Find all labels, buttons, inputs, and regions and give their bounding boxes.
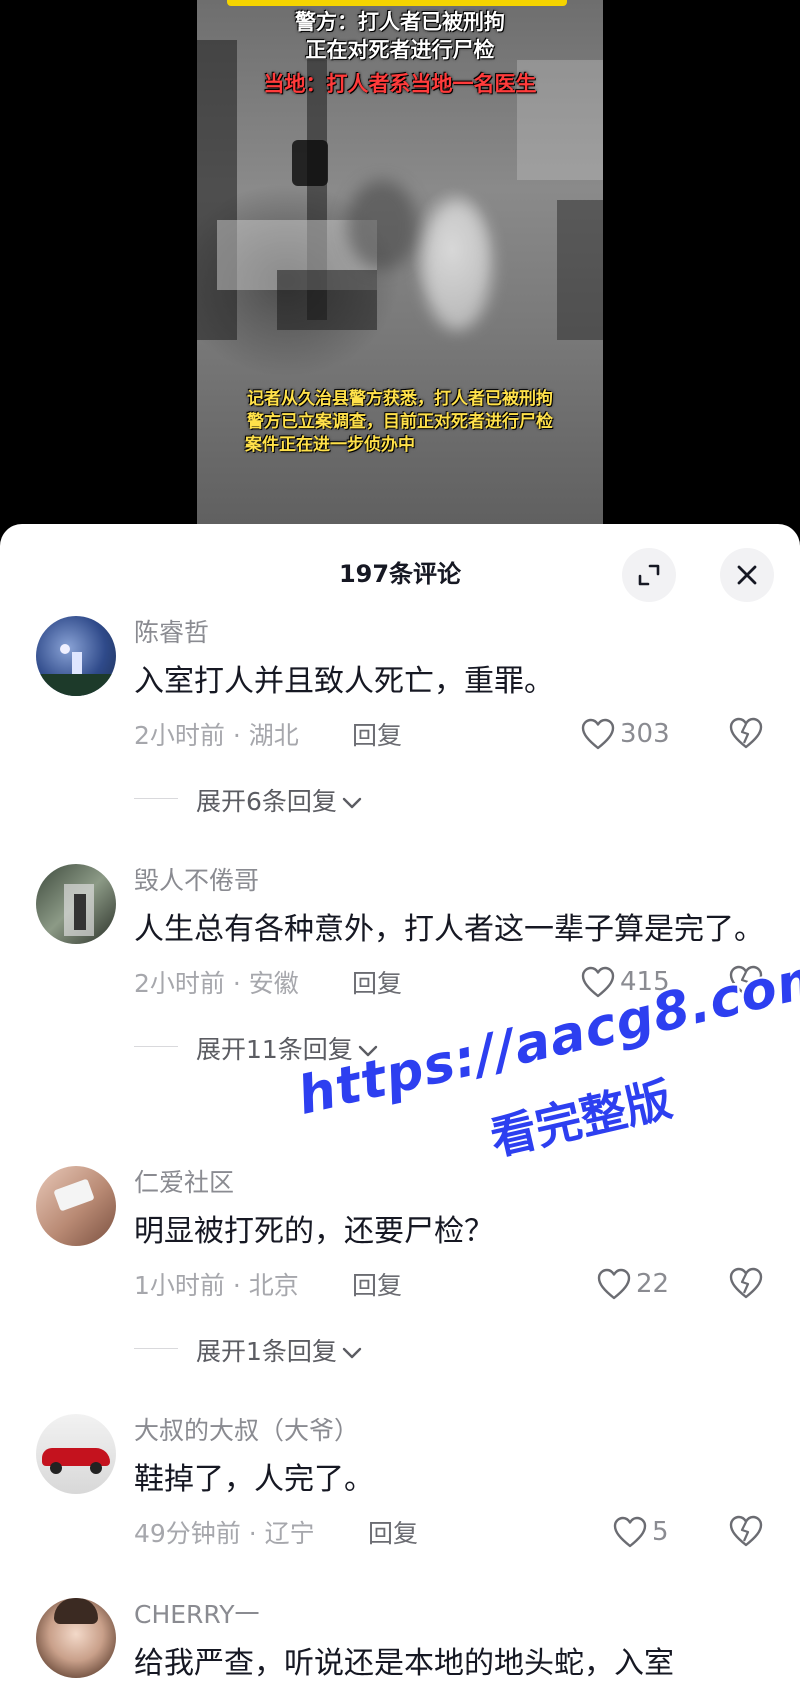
- chevron-down-icon: [342, 1347, 362, 1359]
- video-subtitle-line-2: 警方已立案调查，目前正对死者进行尸检: [247, 412, 553, 432]
- expand-replies-label: 展开6条回复: [196, 782, 363, 818]
- avatar[interactable]: [36, 1414, 116, 1494]
- comment-item: 毁人不倦哥 人生总有各种意外，打人者这一辈子算是完了。 2小时前 · 安徽 回复…: [0, 864, 800, 1154]
- broken-heart-icon: [729, 1515, 763, 1547]
- scene-cabinet: [277, 270, 377, 330]
- divider: [134, 798, 178, 799]
- expand-button[interactable]: [622, 548, 676, 602]
- comment-meta: 1小时前 · 北京 回复 22: [134, 1264, 770, 1304]
- divider: [134, 1046, 178, 1047]
- reply-button[interactable]: 回复: [368, 1514, 418, 1550]
- comment-item: 仁爱社区 明显被打死的，还要尸检？ 1小时前 · 北京 回复 22 展开1条回复: [0, 1166, 800, 1396]
- comments-count-title: 197条评论: [338, 560, 462, 588]
- avatar[interactable]: [36, 616, 116, 696]
- reply-button[interactable]: 回复: [352, 716, 402, 752]
- avatar[interactable]: [36, 1598, 116, 1678]
- expand-replies[interactable]: 展开11条回复: [134, 1026, 770, 1066]
- dislike-button[interactable]: [728, 716, 764, 754]
- comment-time-location: 49分钟前 · 辽宁: [134, 1519, 315, 1548]
- dislike-button[interactable]: [728, 1514, 764, 1552]
- comment-username[interactable]: 仁爱社区: [134, 1166, 770, 1200]
- comment-text: 鞋掉了，人完了。: [134, 1462, 374, 1497]
- dislike-button[interactable]: [728, 964, 764, 1002]
- comments-sheet: 197条评论 陈睿哲 入室打人并且致人死亡，重罪。 2小时前 · 湖北 回复 3…: [0, 524, 800, 1687]
- comment-meta: 2小时前 · 湖北 回复 303: [134, 714, 770, 754]
- comment-body: 仁爱社区 明显被打死的，还要尸检？ 1小时前 · 北京 回复 22 展开1条回复: [134, 1166, 770, 1368]
- expand-replies[interactable]: 展开6条回复: [134, 778, 770, 818]
- scene-blurred-figure: [347, 180, 417, 270]
- video-caption-line-1: 警方：打人者已被刑拘: [295, 10, 505, 34]
- video-caption-red: 当地：打人者系当地一名医生: [263, 72, 537, 96]
- heart-icon: [581, 718, 615, 750]
- like-count: 22: [636, 1269, 670, 1299]
- comment-item: 大叔的大叔（大爷） 鞋掉了，人完了。 49分钟前 · 辽宁 回复 5: [0, 1414, 800, 1574]
- like-count: 415: [620, 967, 670, 997]
- comment-item: CHERRY一 给我严查，听说还是本地的地头蛇，入室: [0, 1598, 800, 1687]
- expand-replies[interactable]: 展开1条回复: [134, 1328, 770, 1368]
- close-button[interactable]: [720, 548, 774, 602]
- comment-body: 大叔的大叔（大爷） 鞋掉了，人完了。 49分钟前 · 辽宁 回复 5: [134, 1414, 770, 1552]
- comment-time-location: 1小时前 · 北京: [134, 1271, 299, 1300]
- chevron-down-icon: [358, 1045, 378, 1057]
- scene-stool: [292, 140, 328, 186]
- comment-username[interactable]: 陈睿哲: [134, 616, 770, 650]
- video-subtitle-line-3: 案件正在进一步侦办中: [245, 435, 415, 455]
- reply-button[interactable]: 回复: [352, 1266, 402, 1302]
- comment-time-location: 2小时前 · 湖北: [134, 721, 299, 750]
- like-button[interactable]: 5: [612, 1512, 669, 1552]
- broken-heart-icon: [729, 717, 763, 749]
- broken-heart-icon: [729, 965, 763, 997]
- chevron-down-icon: [342, 797, 362, 809]
- avatar[interactable]: [36, 864, 116, 944]
- expand-icon: [638, 564, 660, 586]
- comment-meta: 49分钟前 · 辽宁 回复 5: [134, 1512, 770, 1552]
- comment-username[interactable]: 大叔的大叔（大爷）: [134, 1414, 770, 1448]
- comment-username[interactable]: 毁人不倦哥: [134, 864, 770, 898]
- reply-button[interactable]: 回复: [352, 964, 402, 1000]
- divider: [134, 1348, 178, 1349]
- comment-text: 人生总有各种意外，打人者这一辈子算是完了。: [134, 912, 764, 947]
- comment-item: 陈睿哲 入室打人并且致人死亡，重罪。 2小时前 · 湖北 回复 303 展开6条…: [0, 616, 800, 846]
- close-icon: [737, 565, 757, 585]
- like-button[interactable]: 415: [580, 962, 670, 1002]
- scene-rack-right: [557, 200, 603, 340]
- heart-icon: [597, 1268, 631, 1300]
- scene-blurred-person: [422, 200, 492, 330]
- video-subtitle-line-1: 记者从久治县警方获悉，打人者已被刑拘: [247, 389, 553, 409]
- comment-body: CHERRY一 给我严查，听说还是本地的地头蛇，入室: [134, 1598, 770, 1687]
- video-caption-line-2: 正在对死者进行尸检: [305, 38, 495, 62]
- comment-text: 明显被打死的，还要尸检？: [134, 1214, 494, 1249]
- comment-text: 给我严查，听说还是本地的地头蛇，入室: [134, 1646, 674, 1681]
- video-frame[interactable]: 警方：打人者已被刑拘 正在对死者进行尸检 当地：打人者系当地一名医生 记者从久治…: [197, 0, 603, 540]
- caption-bar: [227, 0, 567, 6]
- expand-replies-label: 展开11条回复: [196, 1030, 379, 1066]
- comment-body: 陈睿哲 入室打人并且致人死亡，重罪。 2小时前 · 湖北 回复 303 展开6条…: [134, 616, 770, 818]
- heart-icon: [581, 966, 615, 998]
- video-player[interactable]: 警方：打人者已被刑拘 正在对死者进行尸检 当地：打人者系当地一名医生 记者从久治…: [0, 0, 800, 540]
- broken-heart-icon: [729, 1267, 763, 1299]
- comment-username[interactable]: CHERRY一: [134, 1598, 770, 1632]
- heart-icon: [613, 1516, 647, 1548]
- like-count: 5: [652, 1517, 669, 1547]
- like-button[interactable]: 22: [596, 1264, 669, 1304]
- like-count: 303: [620, 719, 670, 749]
- avatar[interactable]: [36, 1166, 116, 1246]
- comment-time-location: 2小时前 · 安徽: [134, 969, 299, 998]
- dislike-button[interactable]: [728, 1266, 764, 1304]
- sheet-header: 197条评论: [0, 524, 800, 616]
- comment-body: 毁人不倦哥 人生总有各种意外，打人者这一辈子算是完了。 2小时前 · 安徽 回复…: [134, 864, 770, 1066]
- comment-text: 入室打人并且致人死亡，重罪。: [134, 664, 554, 699]
- comment-meta: 2小时前 · 安徽 回复 415: [134, 962, 770, 1002]
- expand-replies-label: 展开1条回复: [196, 1332, 363, 1368]
- like-button[interactable]: 303: [580, 714, 670, 754]
